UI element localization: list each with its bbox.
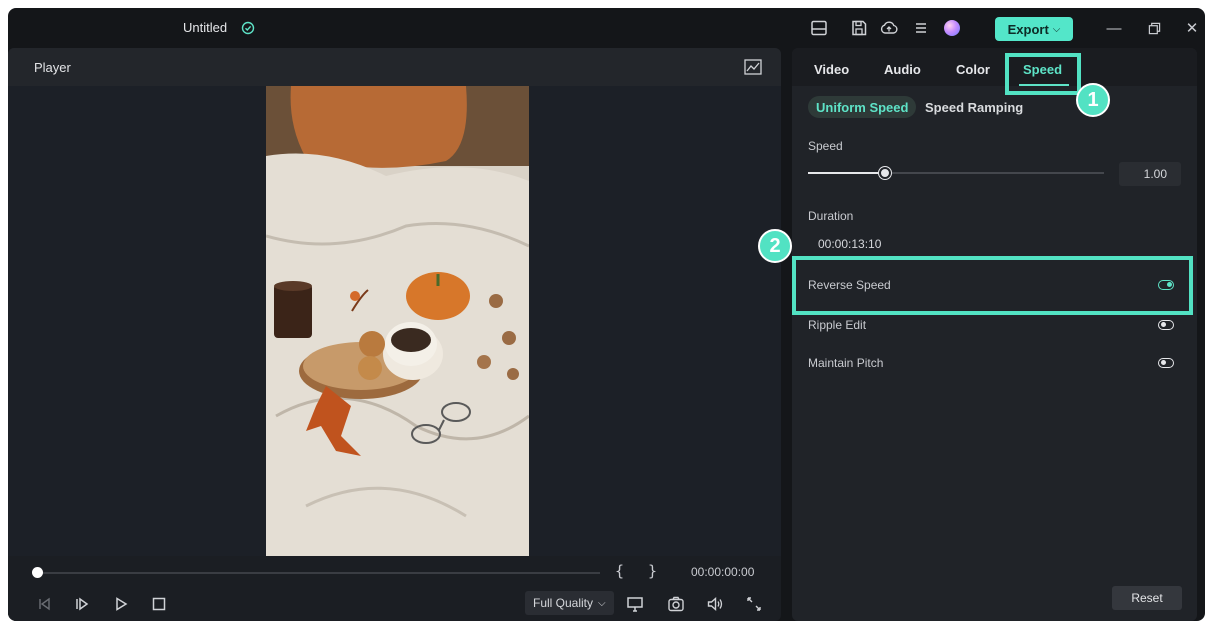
- fullscreen-icon[interactable]: [745, 595, 763, 613]
- reverse-speed-label: Reverse Speed: [808, 278, 891, 292]
- chevron-down-icon: ⌵: [1052, 23, 1061, 35]
- maintain-pitch-toggle[interactable]: [1158, 358, 1174, 368]
- video-preview-image: [266, 86, 529, 556]
- mark-out-button[interactable]: }: [648, 562, 657, 580]
- step-badge-2: 2: [758, 229, 792, 263]
- stop-icon[interactable]: [150, 595, 168, 613]
- save-icon[interactable]: [850, 19, 868, 37]
- reset-button[interactable]: Reset: [1112, 586, 1182, 610]
- speed-value-input[interactable]: 1.00: [1119, 162, 1181, 186]
- speed-tab-highlight: [1005, 53, 1081, 95]
- display-icon[interactable]: [626, 595, 644, 613]
- cloud-upload-icon[interactable]: [880, 19, 898, 37]
- volume-icon[interactable]: [706, 595, 724, 613]
- minimize-icon[interactable]: —: [1104, 18, 1124, 38]
- player-header: Player: [8, 48, 781, 86]
- duration-label: Duration: [808, 209, 854, 223]
- speed-ramping-tab[interactable]: Speed Ramping: [917, 96, 1031, 118]
- ripple-edit-toggle[interactable]: [1158, 320, 1174, 330]
- speed-slider-handle[interactable]: [878, 167, 891, 179]
- app-window: Untitled Export ⌵ — ✕ Player {} 00:00:0…: [8, 8, 1205, 621]
- previous-frame-icon[interactable]: [35, 595, 53, 613]
- mark-in-button[interactable]: {: [615, 562, 624, 580]
- properties-panel: Video Audio Color Speed 1 Uniform Speed …: [758, 48, 1197, 621]
- player-title: Player: [34, 60, 71, 75]
- speed-label: Speed: [808, 139, 843, 153]
- export-button[interactable]: Export ⌵: [995, 17, 1073, 41]
- tab-video[interactable]: Video: [814, 62, 849, 77]
- playback-scrubber[interactable]: [36, 572, 600, 574]
- scrubber-handle[interactable]: [32, 567, 43, 578]
- quality-label: Full Quality: [533, 596, 594, 610]
- uniform-speed-tab[interactable]: Uniform Speed: [808, 96, 917, 118]
- chart-icon[interactable]: [744, 59, 762, 75]
- playhead-timecode: 00:00:00:00: [691, 565, 755, 579]
- saved-check-icon: [241, 21, 255, 35]
- avatar[interactable]: [944, 20, 960, 36]
- step-badge-1: 1: [1076, 83, 1110, 117]
- layout-icon[interactable]: [810, 19, 828, 37]
- ripple-edit-label: Ripple Edit: [808, 318, 867, 332]
- export-label: Export: [1007, 21, 1049, 37]
- close-icon[interactable]: ✕: [1182, 18, 1202, 38]
- next-frame-icon[interactable]: [73, 595, 91, 613]
- reverse-speed-toggle[interactable]: [1158, 280, 1174, 290]
- snapshot-icon[interactable]: [667, 595, 685, 613]
- video-viewport[interactable]: [8, 86, 781, 556]
- restore-icon[interactable]: [1144, 18, 1164, 38]
- player-panel: Player {} 00:00:00:00 Full Quality ⌵: [8, 48, 781, 621]
- title-bar: Untitled Export ⌵ — ✕: [8, 8, 1205, 48]
- tab-color[interactable]: Color: [956, 62, 990, 77]
- tab-audio[interactable]: Audio: [884, 62, 921, 77]
- duration-value[interactable]: 00:00:13:10: [818, 237, 881, 251]
- project-title: Untitled: [183, 20, 228, 35]
- property-tabs: Video Audio Color Speed: [792, 48, 1197, 86]
- play-icon[interactable]: [112, 595, 130, 613]
- speed-slider-fill: [808, 172, 885, 174]
- quality-dropdown[interactable]: Full Quality ⌵: [525, 591, 614, 615]
- menu-icon[interactable]: [912, 19, 930, 37]
- chevron-down-icon: ⌵: [598, 597, 606, 609]
- maintain-pitch-label: Maintain Pitch: [808, 356, 884, 370]
